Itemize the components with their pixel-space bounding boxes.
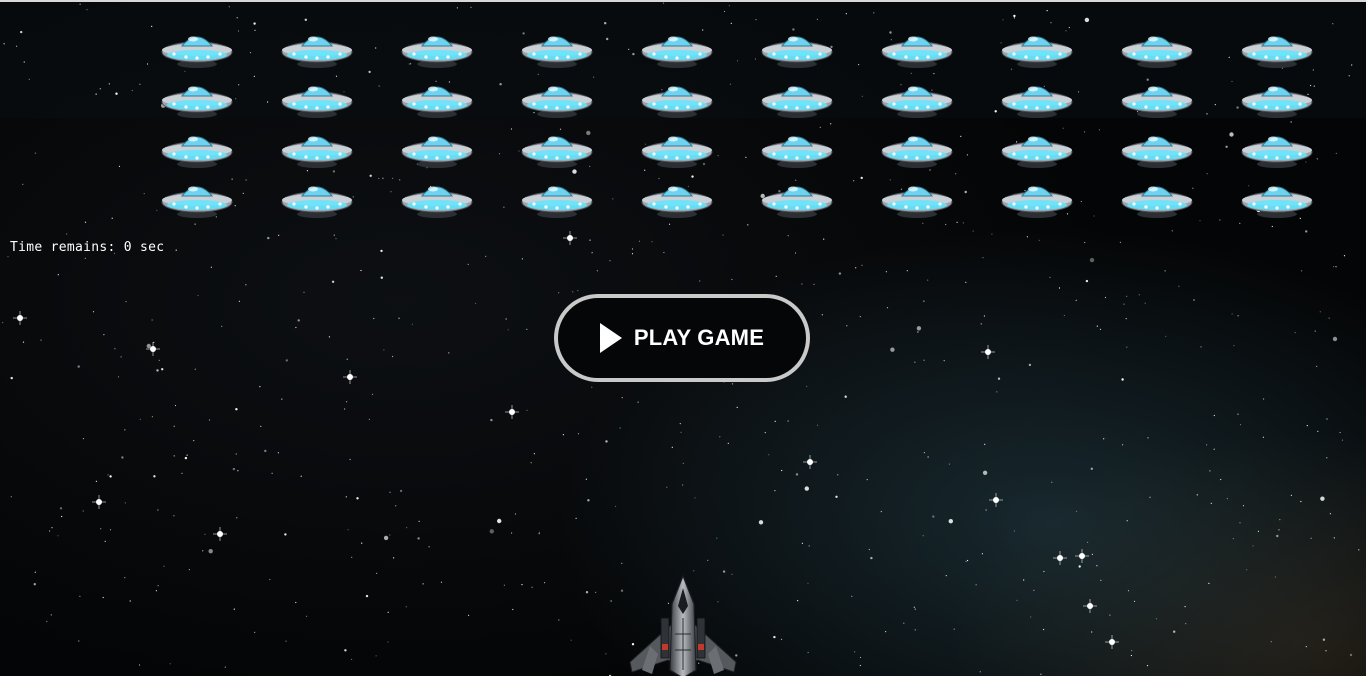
ufo-icon bbox=[760, 130, 834, 170]
ufo-icon bbox=[280, 30, 354, 70]
ufo-icon bbox=[400, 30, 474, 70]
ufo-icon bbox=[1000, 30, 1074, 70]
ufo-icon bbox=[760, 80, 834, 120]
ufo-icon bbox=[760, 30, 834, 70]
ufo-icon bbox=[1240, 80, 1314, 120]
ufo-icon bbox=[400, 180, 474, 220]
ufo-icon bbox=[640, 30, 714, 70]
ufo-icon bbox=[520, 80, 594, 120]
ufo-icon bbox=[280, 180, 354, 220]
ufo-icon bbox=[760, 180, 834, 220]
ufo-icon bbox=[160, 130, 234, 170]
play-game-button[interactable]: PLAY GAME bbox=[554, 294, 810, 382]
ufo-icon bbox=[1120, 30, 1194, 70]
ufo-icon bbox=[160, 80, 234, 120]
play-triangle-icon bbox=[599, 323, 622, 353]
ufo-icon bbox=[640, 130, 714, 170]
ufo-icon bbox=[160, 30, 234, 70]
time-remaining-text: Time remains: 0 sec bbox=[10, 240, 165, 255]
player-spaceship-icon bbox=[629, 574, 737, 676]
ufo-icon bbox=[400, 80, 474, 120]
ufo-icon bbox=[400, 130, 474, 170]
ufo-icon bbox=[880, 30, 954, 70]
ufo-icon bbox=[1000, 130, 1074, 170]
ufo-icon bbox=[1120, 130, 1194, 170]
ufo-icon bbox=[1000, 80, 1074, 120]
ufo-icon bbox=[880, 80, 954, 120]
ufo-icon bbox=[520, 130, 594, 170]
ufo-icon bbox=[280, 130, 354, 170]
game-canvas[interactable]: Time remains: 0 sec PLAY GAME bbox=[0, 0, 1366, 676]
ufo-icon bbox=[880, 180, 954, 220]
ufo-icon bbox=[1240, 130, 1314, 170]
ufo-icon bbox=[1000, 180, 1074, 220]
ufo-icon bbox=[520, 30, 594, 70]
ufo-icon bbox=[1120, 180, 1194, 220]
ufo-icon bbox=[160, 180, 234, 220]
ufo-icon bbox=[520, 180, 594, 220]
play-game-label: PLAY GAME bbox=[633, 325, 765, 350]
alien-formation bbox=[160, 30, 1330, 230]
ufo-icon bbox=[1120, 80, 1194, 120]
ufo-icon bbox=[880, 130, 954, 170]
ufo-icon bbox=[1240, 180, 1314, 220]
ufo-icon bbox=[280, 80, 354, 120]
ufo-icon bbox=[1240, 30, 1314, 70]
ufo-icon bbox=[640, 180, 714, 220]
ufo-icon bbox=[640, 80, 714, 120]
